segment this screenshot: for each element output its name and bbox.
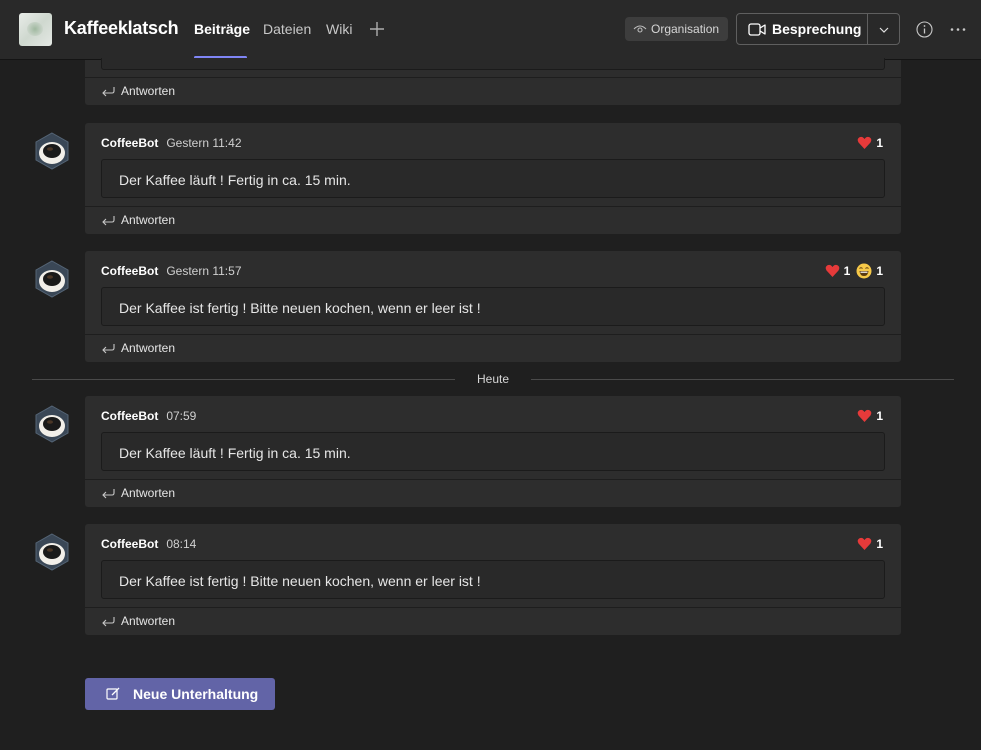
message-text: Der Kaffee ist fertig ! Bitte neuen koch… — [119, 300, 481, 316]
avatar[interactable] — [32, 131, 72, 171]
message-text: Der Kaffee läuft ! Fertig in ca. 15 min. — [119, 172, 351, 188]
organisation-label: Organisation — [651, 22, 720, 36]
post-card: CoffeeBot 08:14 1 Der Kaffee ist fertig !… — [85, 524, 901, 635]
plus-icon[interactable] — [368, 19, 386, 39]
post-time: Gestern 11:57 — [166, 264, 242, 278]
organisation-badge[interactable]: Organisation — [625, 17, 728, 41]
reaction-count: 1 — [843, 264, 851, 278]
meet-button-divider — [867, 14, 868, 44]
avatar[interactable] — [32, 532, 72, 572]
new-conversation-button[interactable]: Neue Unterhaltung — [85, 678, 275, 710]
tab-dateien[interactable]: Dateien — [263, 21, 311, 37]
eye-icon — [633, 23, 647, 35]
post-time: 07:59 — [166, 409, 197, 423]
reaction-count: 1 — [876, 136, 883, 150]
reply-separator — [85, 479, 901, 480]
post-author[interactable]: CoffeeBot — [101, 537, 158, 551]
post-time: Gestern 11:42 — [166, 136, 242, 150]
reply-separator — [85, 206, 901, 207]
reply-label: Antworten — [121, 341, 176, 355]
message-box: Der Kaffee ist fertig ! Bitte neuen koch… — [101, 287, 885, 326]
day-divider-label: Heute — [476, 372, 510, 386]
heart-icon — [858, 537, 872, 550]
reply-separator — [85, 77, 901, 78]
chevron-down-icon[interactable] — [877, 23, 891, 35]
post-meta: CoffeeBot 08:14 — [101, 537, 196, 551]
post-time: 08:14 — [166, 537, 197, 551]
reactions: 1 — [857, 407, 883, 425]
message-box: Der Kaffee läuft ! Fertig in ca. 15 min. — [101, 432, 885, 471]
message-text: Der Kaffee ist fertig ! Bitte neuen koch… — [119, 573, 481, 589]
post-author[interactable]: CoffeeBot — [101, 264, 158, 278]
post-card: CoffeeBot Gestern 11:57 1 1 Der Kaffee is… — [85, 251, 901, 362]
reaction-heart[interactable]: 1 — [857, 134, 883, 152]
reaction-heart[interactable]: 1 — [857, 535, 883, 553]
heart-icon — [825, 264, 839, 277]
post-meta: CoffeeBot Gestern 11:57 — [101, 264, 242, 278]
team-avatar[interactable] — [19, 13, 52, 46]
heart-icon — [858, 136, 872, 149]
reaction-count: 1 — [876, 409, 883, 423]
reply-label: Antworten — [121, 84, 176, 98]
reply-label: Antworten — [121, 614, 176, 628]
channel-header: Kaffeeklatsch Beiträge Dateien Wiki Orga… — [0, 0, 981, 60]
tab-wiki[interactable]: Wiki — [326, 21, 352, 37]
more-options-icon[interactable] — [949, 21, 967, 38]
message-box: Der Kaffee ist fertig ! Bitte neuen koch… — [101, 560, 885, 599]
video-camera-icon — [748, 22, 766, 37]
post-meta: CoffeeBot Gestern 11:42 — [101, 136, 242, 150]
reaction-count: 1 — [876, 264, 883, 278]
meet-button-label: Besprechung — [772, 21, 862, 37]
reply-arrow-icon — [101, 86, 115, 97]
message-box — [101, 58, 885, 70]
reactions: 1 — [857, 535, 883, 553]
reaction-count: 1 — [876, 537, 883, 551]
post-card: CoffeeBot 07:59 1 Der Kaffee läuft ! Fert… — [85, 396, 901, 507]
reply-label: Antworten — [121, 213, 176, 227]
reactions: 1 — [857, 134, 883, 152]
reply-arrow-icon — [101, 488, 115, 499]
reply-label: Antworten — [121, 486, 176, 500]
new-conversation-label: Neue Unterhaltung — [133, 686, 259, 702]
post-meta: CoffeeBot 07:59 — [101, 409, 196, 423]
post-author[interactable]: CoffeeBot — [101, 409, 158, 423]
reply-arrow-icon — [101, 616, 115, 627]
avatar[interactable] — [32, 259, 72, 299]
post-card-partial: Antworten — [85, 58, 901, 105]
laugh-emoji-icon — [856, 263, 872, 279]
reply-separator — [85, 334, 901, 335]
compose-icon — [106, 686, 121, 701]
team-name: Kaffeeklatsch — [64, 18, 179, 38]
reply-separator — [85, 607, 901, 608]
reaction-laugh[interactable]: 1 — [856, 262, 883, 280]
tab-beitraege[interactable]: Beiträge — [194, 21, 250, 37]
heart-icon — [858, 409, 872, 422]
day-divider-line-right — [531, 379, 954, 380]
reply-arrow-icon — [101, 215, 115, 226]
info-icon[interactable] — [916, 21, 933, 38]
reply-arrow-icon — [101, 343, 115, 354]
post-author[interactable]: CoffeeBot — [101, 136, 158, 150]
message-box: Der Kaffee läuft ! Fertig in ca. 15 min. — [101, 159, 885, 198]
avatar[interactable] — [32, 404, 72, 444]
post-card: CoffeeBot Gestern 11:42 1 Der Kaffee läuf… — [85, 123, 901, 234]
day-divider-line-left — [32, 379, 455, 380]
reaction-heart[interactable]: 1 — [825, 262, 851, 280]
reaction-heart[interactable]: 1 — [857, 407, 883, 425]
meet-button[interactable]: Besprechung — [736, 13, 900, 45]
message-text: Der Kaffee läuft ! Fertig in ca. 15 min. — [119, 445, 351, 461]
reactions: 1 1 — [825, 262, 883, 280]
